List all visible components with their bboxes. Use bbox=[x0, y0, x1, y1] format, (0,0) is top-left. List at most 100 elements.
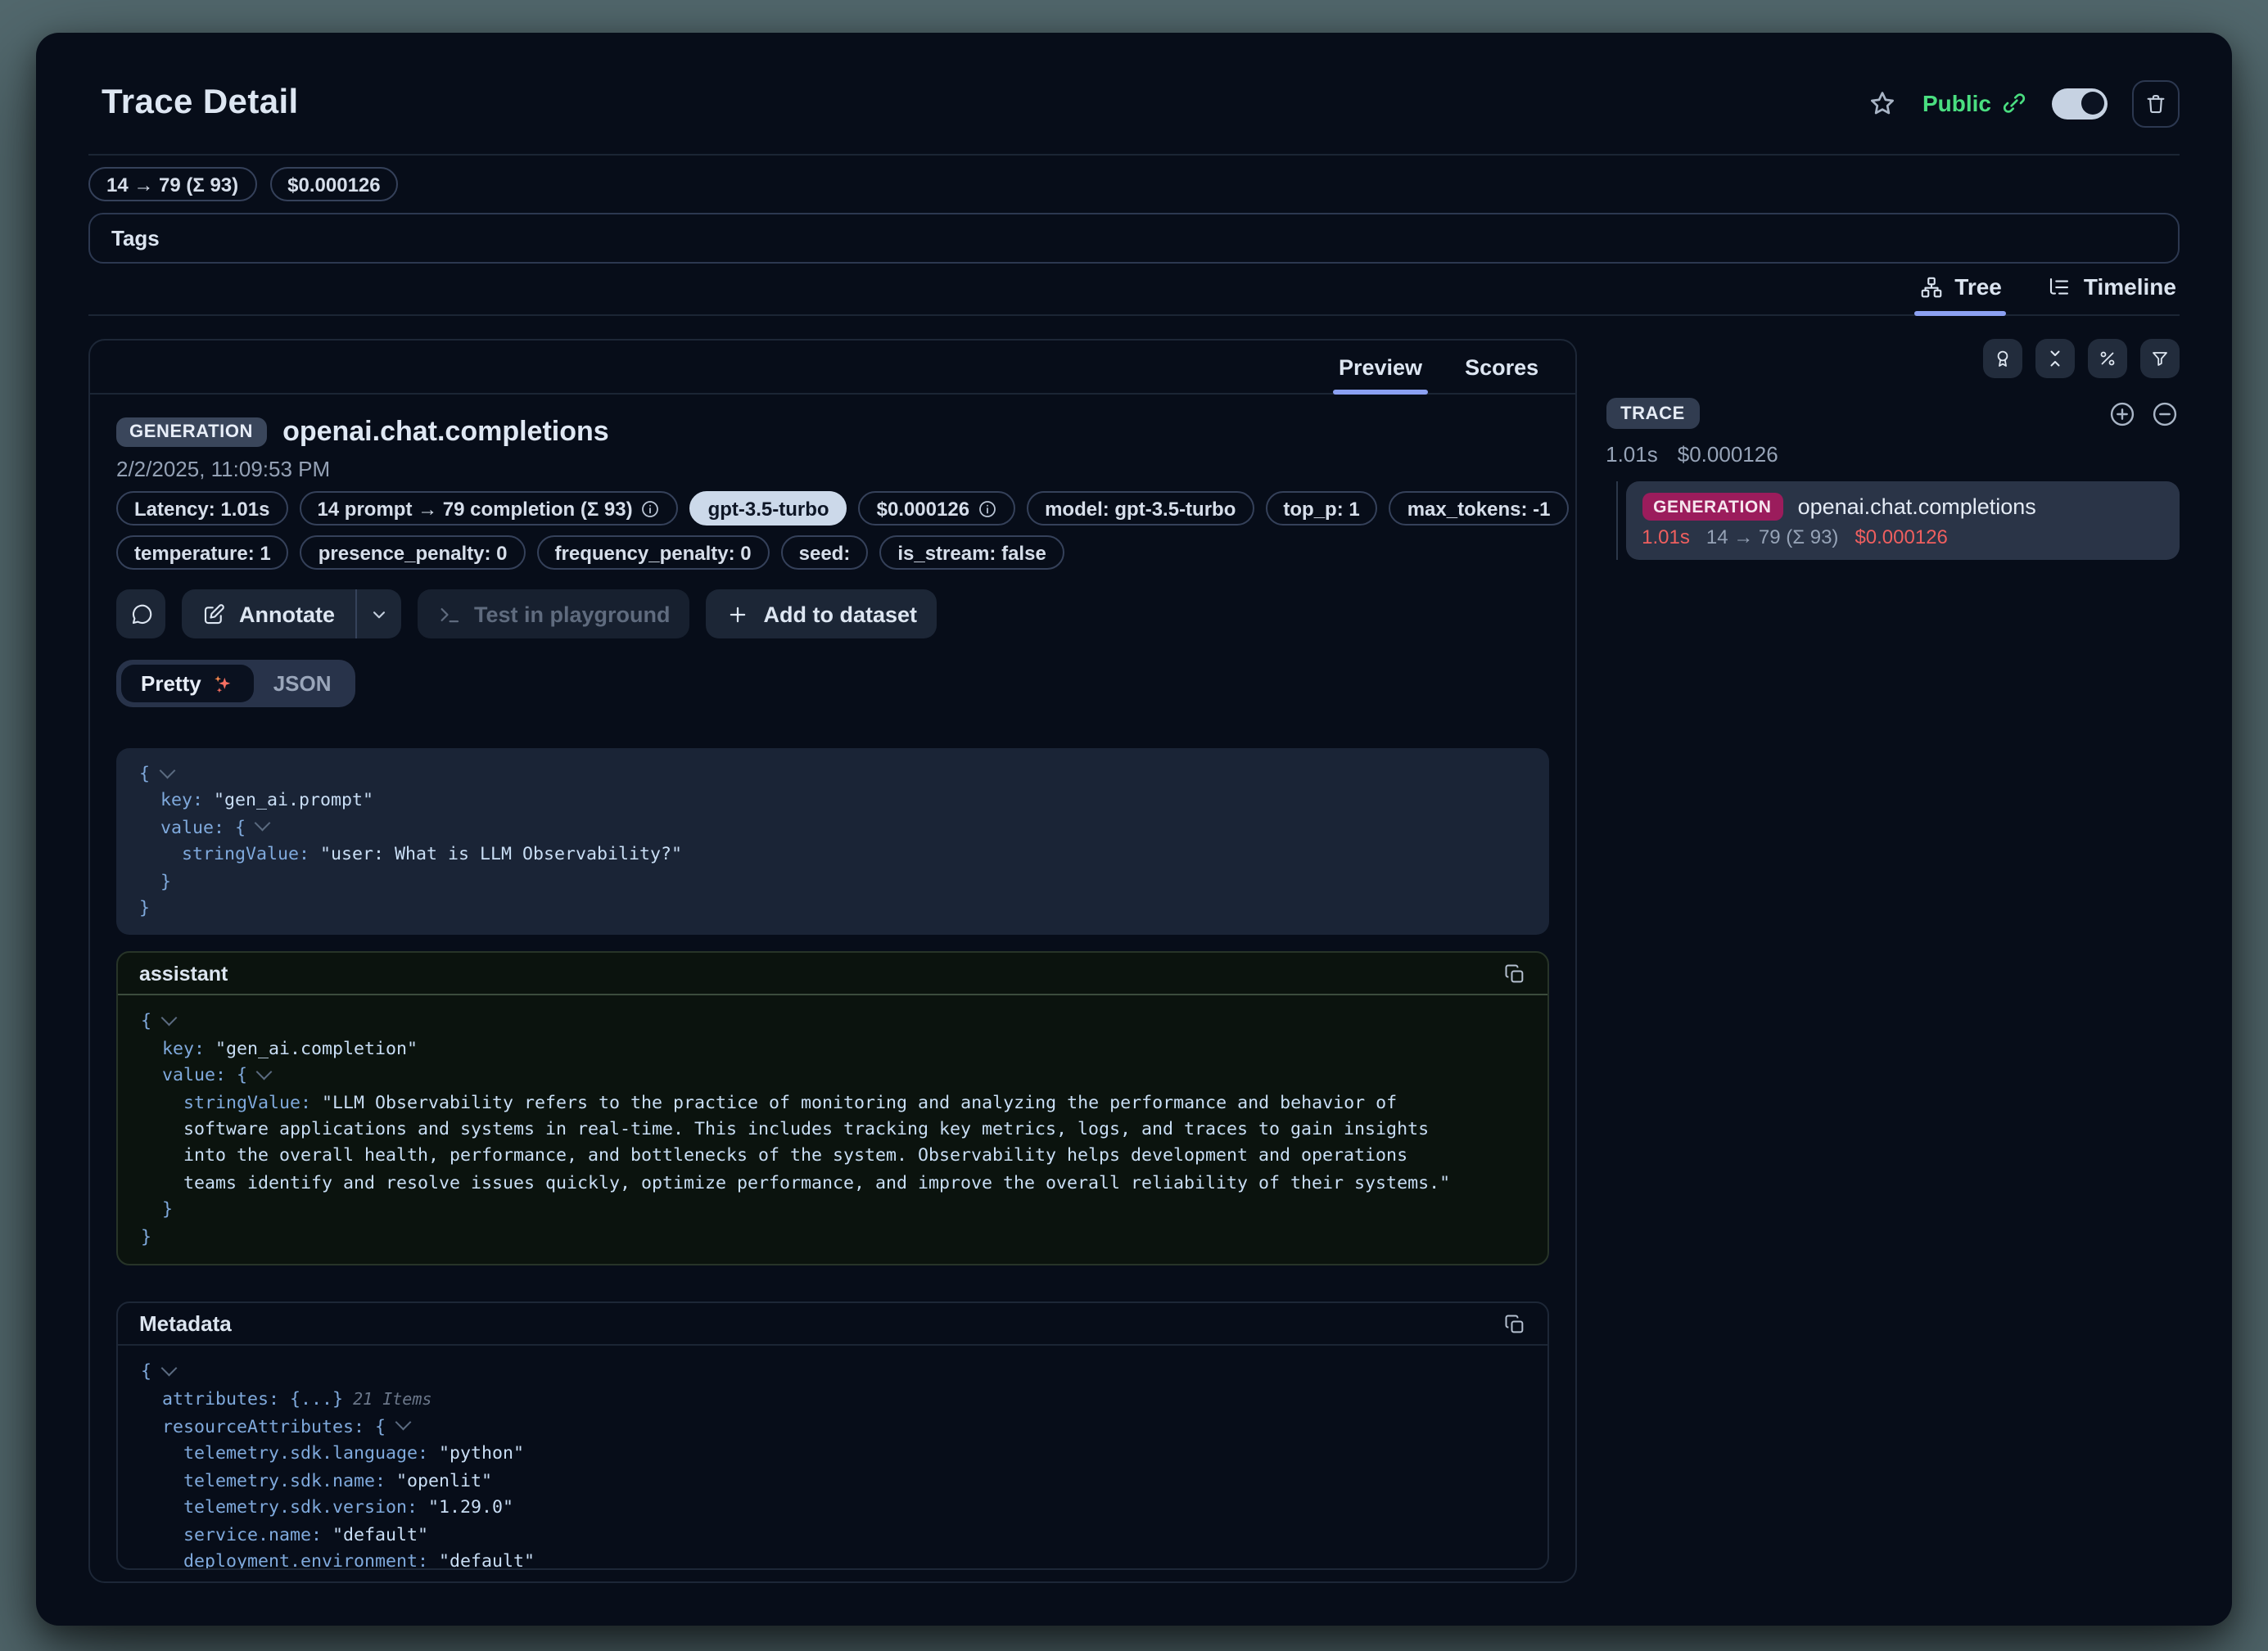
collapse-all-circle-button[interactable] bbox=[2150, 399, 2180, 428]
code-line: } bbox=[139, 868, 1462, 895]
annotate-icon bbox=[201, 602, 226, 626]
code-line: service.name: "default" bbox=[141, 1522, 1464, 1549]
badge-label: 14 → 79 (Σ 93) bbox=[106, 173, 238, 196]
tab-tree-label: Tree bbox=[1954, 273, 2002, 300]
code-line: value: { bbox=[141, 1063, 1464, 1090]
format-toggle: Pretty JSON bbox=[116, 660, 356, 707]
metric-badge: top_p: 1 bbox=[1265, 491, 1377, 526]
annotate-split-button: Annotate bbox=[182, 589, 400, 638]
badge-label: model: gpt-3.5-turbo bbox=[1045, 497, 1236, 520]
expand-all-button[interactable] bbox=[2108, 399, 2137, 428]
metric-badge: 14 prompt → 79 completion (Σ 93) bbox=[299, 491, 678, 526]
test-in-playground-button[interactable]: Test in playground bbox=[417, 589, 690, 638]
badge-label: temperature: 1 bbox=[134, 541, 271, 564]
view-tabs: Tree Timeline bbox=[88, 267, 2180, 316]
trace-summary-badges: 14 → 79 (Σ 93) $0.000126 bbox=[88, 167, 2180, 201]
annotation-queue-button[interactable] bbox=[1983, 339, 2022, 378]
annotate-button[interactable]: Annotate bbox=[182, 589, 355, 638]
collapse-chevron-icon[interactable] bbox=[256, 1063, 271, 1078]
timeline-icon bbox=[2048, 274, 2072, 299]
collapse-chevron-icon[interactable] bbox=[255, 815, 269, 830]
metric-badge: model: gpt-3.5-turbo bbox=[1027, 491, 1254, 526]
badge-label: 14 prompt → 79 completion (Σ 93) bbox=[317, 497, 632, 520]
metadata-block-title: Metadata bbox=[139, 1311, 232, 1336]
tab-scores[interactable]: Scores bbox=[1465, 355, 1538, 380]
tags-box[interactable]: Tags bbox=[88, 213, 2180, 264]
tab-timeline-label: Timeline bbox=[2084, 273, 2176, 300]
code-line: stringValue: "LLM Observability refers t… bbox=[141, 1089, 1464, 1197]
copy-icon bbox=[1502, 963, 1525, 986]
node-cost: $0.000126 bbox=[1855, 526, 1947, 548]
percent-icon bbox=[2098, 347, 2117, 370]
badge-label: presence_penalty: 0 bbox=[319, 541, 508, 564]
badge-label: gpt-3.5-turbo bbox=[708, 497, 829, 520]
code-line: } bbox=[141, 1224, 1464, 1251]
code-line: key: "gen_ai.completion" bbox=[141, 1036, 1464, 1063]
code-line: } bbox=[141, 1198, 1464, 1225]
tab-preview[interactable]: Preview bbox=[1339, 355, 1422, 380]
badge-label: seed: bbox=[799, 541, 851, 564]
collapse-chevron-icon[interactable] bbox=[160, 1010, 175, 1025]
sparkles-icon bbox=[211, 672, 234, 695]
panel-tabs: Preview Scores bbox=[90, 341, 1574, 395]
node-latency: 1.01s bbox=[1642, 526, 1690, 548]
tree-toolbar bbox=[1606, 339, 2180, 378]
node-type-badge: GENERATION bbox=[1642, 493, 1782, 521]
trace-badge[interactable]: TRACE bbox=[1606, 398, 1700, 429]
observation-badges-row-1: Latency: 1.01s 14 prompt → 79 completion … bbox=[116, 491, 1548, 526]
public-label: Public bbox=[1922, 90, 1991, 116]
add-to-dataset-button[interactable]: Add to dataset bbox=[707, 589, 937, 638]
info-icon[interactable] bbox=[641, 498, 661, 518]
plus-icon bbox=[726, 602, 751, 626]
metrics-toggle-button[interactable] bbox=[2088, 339, 2127, 378]
toggle-knob bbox=[2081, 92, 2103, 115]
page-title: Trace Detail bbox=[102, 83, 299, 123]
tab-tree[interactable]: Tree bbox=[1918, 273, 2002, 300]
copy-metadata-button[interactable] bbox=[1502, 1312, 1525, 1335]
format-pretty-button[interactable]: Pretty bbox=[121, 665, 254, 702]
badge-label: is_stream: false bbox=[897, 541, 1046, 564]
collapse-chevron-icon[interactable] bbox=[160, 1360, 175, 1374]
assistant-block-title: assistant bbox=[139, 963, 228, 986]
collapse-chevron-icon[interactable] bbox=[395, 1414, 409, 1429]
copy-assistant-button[interactable] bbox=[1502, 963, 1525, 986]
input-code-block: {key: "gen_ai.prompt"value: {stringValue… bbox=[116, 748, 1548, 936]
playground-label: Test in playground bbox=[474, 602, 671, 626]
star-button[interactable] bbox=[1867, 88, 1898, 119]
public-link[interactable]: Public bbox=[1922, 90, 2027, 116]
badge-label: frequency_penalty: 0 bbox=[555, 541, 752, 564]
header-divider bbox=[88, 154, 2180, 156]
metric-badge: $0.000126 bbox=[859, 491, 1015, 526]
assistant-output-block: assistant {key: "gen_ai.completion"value… bbox=[116, 952, 1548, 1265]
trace-stats: 1.01s $0.000126 bbox=[1606, 442, 2180, 467]
filter-button[interactable] bbox=[2140, 339, 2180, 378]
tree-icon bbox=[1918, 274, 1943, 299]
code-line: { bbox=[139, 761, 1462, 788]
node-tokens: 14 → 79 (Σ 93) bbox=[1706, 526, 1839, 548]
badge-label: $0.000126 bbox=[287, 173, 380, 196]
code-line: attributes: {...} 21 Items bbox=[141, 1386, 1464, 1414]
tab-timeline[interactable]: Timeline bbox=[2048, 273, 2176, 300]
plus-circle-icon bbox=[2108, 399, 2137, 428]
annotate-dropdown-button[interactable] bbox=[356, 589, 400, 638]
observation-type-badge: GENERATION bbox=[116, 417, 266, 447]
collapse-chevron-icon[interactable] bbox=[159, 762, 174, 777]
metric-badge: temperature: 1 bbox=[116, 535, 289, 570]
delete-trace-button[interactable] bbox=[2132, 79, 2180, 127]
trace-cost: $0.000126 bbox=[1678, 442, 1778, 467]
code-line: key: "gen_ai.prompt" bbox=[139, 788, 1462, 815]
generation-tree-node[interactable]: GENERATION openai.chat.completions 1.01s… bbox=[1625, 481, 2180, 560]
page-background: Trace Detail Public 14 → 79 (Σ 9 bbox=[0, 0, 2268, 1650]
info-icon[interactable] bbox=[978, 498, 997, 518]
minus-circle-icon bbox=[2150, 399, 2180, 428]
comment-icon bbox=[129, 602, 153, 626]
star-icon bbox=[1867, 88, 1898, 119]
pretty-label: Pretty bbox=[141, 671, 201, 696]
metric-badge: Latency: 1.01s bbox=[116, 491, 287, 526]
format-json-button[interactable]: JSON bbox=[254, 665, 351, 702]
badge-label: $0.000126 bbox=[877, 497, 969, 520]
header: Trace Detail Public bbox=[88, 79, 2180, 128]
collapse-all-button[interactable] bbox=[2035, 339, 2075, 378]
public-toggle[interactable] bbox=[2052, 88, 2108, 119]
comment-button[interactable] bbox=[116, 589, 165, 638]
